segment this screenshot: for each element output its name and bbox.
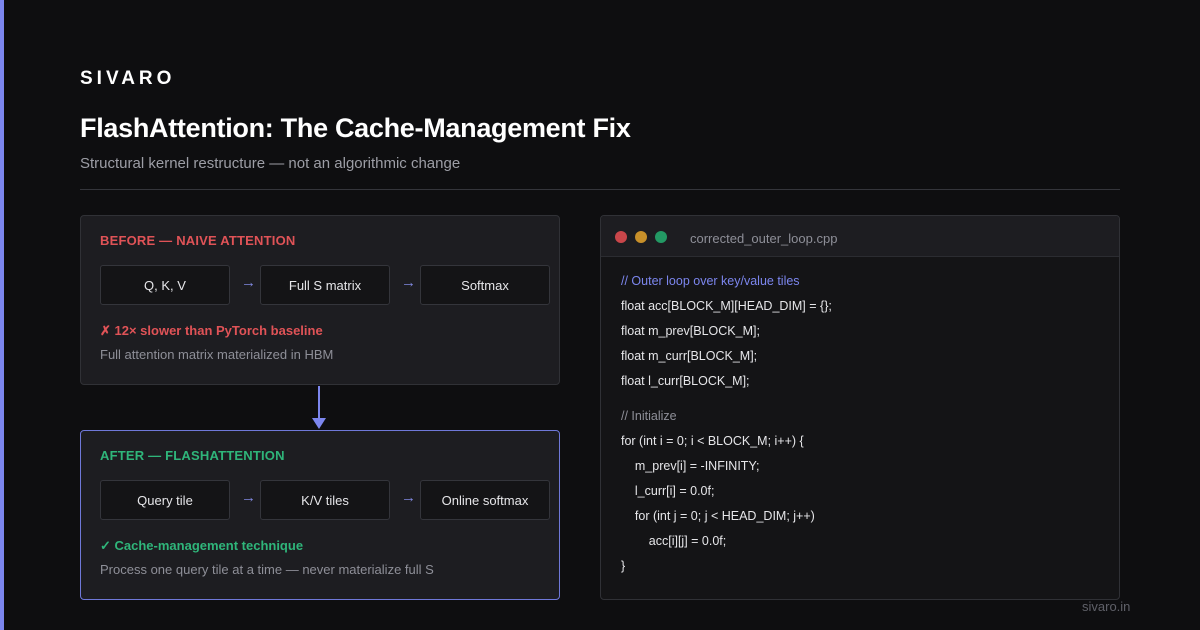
right-arrow-icon: → (401, 274, 416, 291)
code-line: float l_curr[BLOCK_M]; (621, 374, 750, 388)
maximize-dot-icon[interactable] (655, 231, 667, 243)
right-arrow-icon: → (401, 489, 416, 506)
after-step-query-tile: Query tile (100, 480, 230, 520)
brand-logo: SIVARO (80, 68, 176, 89)
code-editor-window: corrected_outer_loop.cpp // Outer loop o… (600, 215, 1120, 600)
after-step-online-softmax: Online softmax (420, 480, 550, 520)
code-line: acc[i][j] = 0.0f; (621, 534, 727, 548)
before-step-softmax: Softmax (420, 265, 550, 305)
code-line: for (int j = 0; j < HEAD_DIM; j++) (621, 509, 815, 523)
after-step-kv-tiles: K/V tiles (260, 480, 390, 520)
code-line: float acc[BLOCK_M][HEAD_DIM] = {}; (621, 299, 832, 313)
before-step-full-s-matrix: Full S matrix (260, 265, 390, 305)
code-line: float m_prev[BLOCK_M]; (621, 324, 760, 338)
down-arrow-icon (312, 418, 326, 429)
after-heading: AFTER — FLASHATTENTION (100, 448, 285, 463)
code-line: } (621, 559, 626, 573)
after-status: ✓ Cache-management technique (100, 538, 304, 553)
code-line: float m_curr[BLOCK_M]; (621, 349, 758, 363)
code-line: // Outer loop over key/value tiles (621, 274, 800, 288)
before-step-qkv: Q, K, V (100, 265, 230, 305)
after-note: Process one query tile at a time — never… (100, 562, 434, 577)
down-connector-line (318, 386, 320, 420)
code-line: m_prev[i] = -INFINITY; (621, 459, 760, 473)
after-panel: AFTER — FLASHATTENTION Query tile → K/V … (80, 430, 560, 600)
before-status: ✗ 12× slower than PyTorch baseline (100, 323, 323, 338)
close-dot-icon[interactable] (615, 231, 627, 243)
minimize-dot-icon[interactable] (635, 231, 647, 243)
code-line: l_curr[i] = 0.0f; (621, 484, 715, 498)
right-arrow-icon: → (241, 274, 256, 291)
before-note: Full attention matrix materialized in HB… (100, 347, 334, 362)
header-divider (80, 189, 1120, 190)
before-panel: BEFORE — NAIVE ATTENTION Q, K, V → Full … (80, 215, 560, 385)
right-arrow-icon: → (241, 489, 256, 506)
left-accent-bar (0, 0, 4, 630)
code-line: for (int i = 0; i < BLOCK_M; i++) { (621, 434, 804, 448)
editor-filename: corrected_outer_loop.cpp (690, 231, 838, 246)
footer-url: sivaro.in (1082, 599, 1131, 614)
page-subtitle: Structural kernel restructure — not an a… (80, 155, 461, 172)
page-title: FlashAttention: The Cache-Management Fix (80, 113, 631, 143)
code-block: // Outer loop over key/value tiles float… (621, 269, 832, 579)
code-line: // Initialize (621, 409, 677, 423)
before-heading: BEFORE — NAIVE ATTENTION (100, 233, 296, 248)
editor-title-bar: corrected_outer_loop.cpp (601, 216, 1119, 257)
